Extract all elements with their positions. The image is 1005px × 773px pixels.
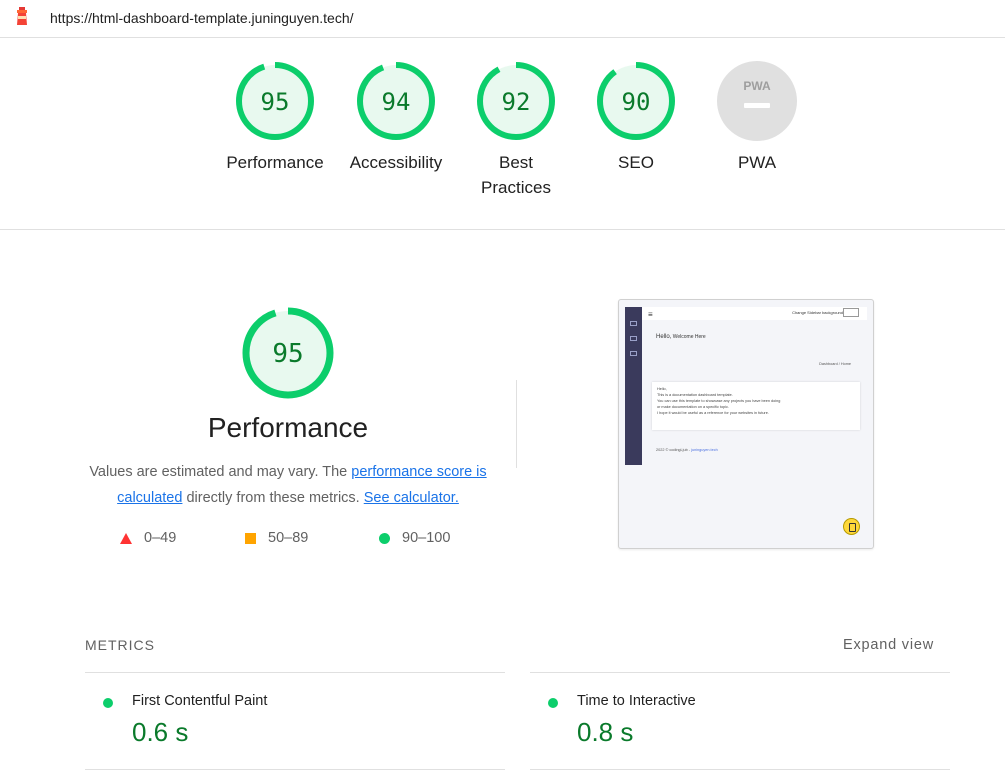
- desc-text: directly from these metrics.: [182, 490, 364, 506]
- divider: [85, 769, 505, 770]
- pass-circle-icon: [548, 698, 558, 708]
- divider: [85, 672, 505, 673]
- divider: [0, 229, 1005, 230]
- sidebar-icon: [630, 321, 637, 326]
- metric-value: 0.6 s: [132, 717, 189, 747]
- screenshot-breadcrumb: Dashboard / Home: [819, 362, 851, 366]
- screenshot-footer: 2022 © codingLjub - juninguyen.tech: [656, 448, 718, 452]
- legend-range: 90–100: [402, 530, 451, 546]
- sidebar-icon: [630, 336, 637, 341]
- gauge-accessibility[interactable]: 94 Accessibility: [336, 60, 456, 175]
- gauge-seo[interactable]: 90 SEO: [576, 60, 696, 175]
- gauge-score: 92: [502, 88, 531, 116]
- divider: [530, 672, 950, 673]
- card-line: This is a documentation dashboard templa…: [657, 393, 733, 397]
- metric-value: 0.8 s: [577, 717, 634, 747]
- desc-text: Values are estimated and may vary. The: [89, 464, 352, 480]
- divider: [530, 769, 950, 770]
- expand-view-toggle[interactable]: Expand view: [843, 637, 934, 653]
- vertical-divider: [516, 380, 517, 468]
- gauge-score: 90: [622, 88, 651, 116]
- change-sidebar-toggle: [843, 308, 859, 317]
- gauge-score: 94: [382, 88, 411, 116]
- see-calculator-link[interactable]: See calculator.: [364, 490, 459, 506]
- sidebar-icon: [630, 351, 637, 356]
- gauge-label: SEO: [618, 153, 654, 172]
- change-sidebar-label: Change Sidebar background: [792, 310, 843, 315]
- screenshot-sidebar: [625, 307, 642, 465]
- pass-circle-icon: [103, 698, 113, 708]
- report-url: https://html-dashboard-template.juninguy…: [50, 10, 354, 26]
- lighthouse-icon: [17, 7, 27, 25]
- legend-range: 50–89: [268, 530, 309, 546]
- legend-range: 0–49: [144, 530, 177, 546]
- card-line: or make documentation on a specific topi…: [657, 405, 729, 409]
- triangle-icon: [120, 532, 132, 544]
- score-ring: 94: [357, 62, 435, 140]
- metric-name: Time to Interactive: [577, 693, 696, 709]
- circle-icon: [379, 532, 390, 544]
- url-bar: https://html-dashboard-template.juninguy…: [0, 0, 1005, 38]
- gauge-score: 95: [261, 88, 290, 116]
- screenshot-greeting: Hello, Welcome Here: [656, 334, 706, 340]
- menu-icon: ≡: [648, 310, 653, 319]
- card-line: Hello,: [657, 387, 667, 391]
- metrics-heading: METRICS: [85, 637, 155, 653]
- square-icon: [245, 532, 256, 544]
- pwa-badge-text: PWA: [743, 79, 771, 93]
- gauge-performance[interactable]: 95 Performance: [215, 60, 335, 175]
- card-line: I hope it would be useful as a reference…: [657, 411, 769, 415]
- category-gauges: 95 Performance 94 Accessibility 92 Best …: [0, 60, 1005, 220]
- screenshot-card: Hello, This is a documentation dashboard…: [652, 382, 860, 430]
- gauge-label: Performance: [226, 153, 324, 172]
- pwa-badge-icon: PWA: [717, 61, 797, 141]
- performance-score: 95: [272, 339, 303, 369]
- performance-gauge: 95: [240, 305, 336, 401]
- gauge-best-practices[interactable]: 92 Best Practices: [456, 60, 576, 200]
- score-ring: 95: [236, 62, 314, 140]
- performance-title: Performance: [207, 412, 369, 443]
- score-ring: 90: [597, 62, 675, 140]
- legend-average: 50–89: [245, 530, 308, 546]
- legend-fail: 0–49: [120, 530, 176, 546]
- coffee-button-icon: [843, 518, 860, 535]
- score-ring: 95: [242, 307, 334, 399]
- gauge-label: Accessibility: [349, 153, 443, 172]
- metric-name: First Contentful Paint: [132, 693, 268, 709]
- gauge-pwa[interactable]: PWA PWA: [697, 60, 817, 175]
- final-screenshot[interactable]: ≡ Change Sidebar background Hello, Welco…: [618, 299, 874, 549]
- score-ring: 92: [477, 62, 555, 140]
- legend-pass: 90–100: [379, 530, 450, 546]
- gauge-label: Best Practices: [481, 153, 551, 197]
- gauge-label: PWA: [737, 153, 777, 172]
- performance-description: Values are estimated and may vary. The p…: [80, 459, 496, 511]
- card-line: You can use this template to showcase an…: [657, 399, 781, 403]
